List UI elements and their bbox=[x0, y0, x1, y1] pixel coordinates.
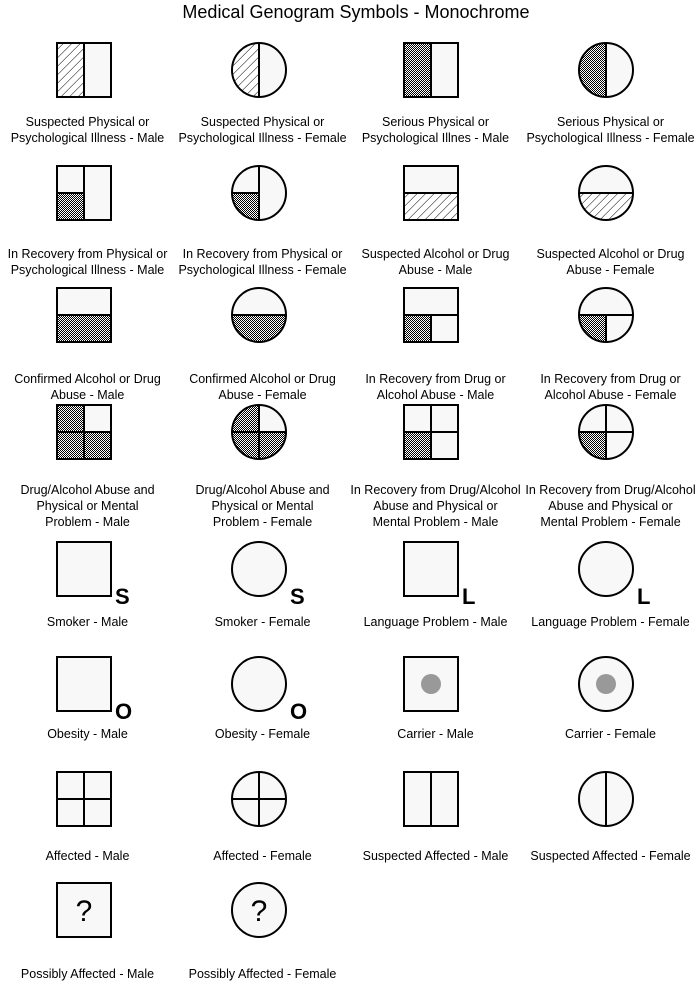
symbol-label: Drug/Alcohol Abuse and Physical or Menta… bbox=[195, 483, 330, 529]
carrier-dot-icon bbox=[596, 674, 616, 694]
symbol-body bbox=[404, 542, 458, 596]
female-circle-icon bbox=[231, 771, 287, 827]
female-circle-icon bbox=[578, 404, 634, 460]
female-circle-icon bbox=[578, 771, 634, 827]
female-circle-icon: S bbox=[231, 541, 305, 609]
letter-marker: S bbox=[290, 584, 305, 609]
female-circle-icon: L bbox=[578, 541, 650, 609]
symbol-label: In Recovery from Drug or Alcohol Abuse -… bbox=[540, 372, 681, 402]
letter-marker: S bbox=[115, 584, 130, 609]
male-square-icon bbox=[56, 165, 112, 221]
dotted-fill bbox=[57, 315, 111, 342]
symbol-label: Drug/Alcohol Abuse and Physical or Menta… bbox=[20, 483, 155, 529]
letter-marker: O bbox=[290, 699, 307, 724]
symbol-grid: Suspected Physical or Psychological Illn… bbox=[0, 0, 700, 996]
dotted-fill bbox=[404, 432, 431, 459]
symbol-label: In Recovery from Drug or Alcohol Abuse -… bbox=[365, 372, 506, 402]
symbol-label: Suspected Alcohol or Drug Abuse - Female bbox=[536, 247, 685, 277]
male-square-icon bbox=[403, 165, 459, 221]
symbol-label: In Recovery from Drug/Alcohol Abuse and … bbox=[525, 483, 696, 529]
female-circle-icon bbox=[578, 287, 634, 343]
letter-marker: L bbox=[637, 584, 650, 609]
symbol-label: Carrier - Female bbox=[565, 727, 656, 741]
symbol-label: Suspected Affected - Male bbox=[362, 849, 509, 863]
symbol-label: Obesity - Female bbox=[214, 727, 311, 741]
male-square-icon bbox=[403, 771, 459, 827]
female-circle-icon: O bbox=[231, 656, 307, 724]
symbol-label: Carrier - Male bbox=[397, 727, 474, 741]
symbol-label: Possibly Affected - Male bbox=[20, 967, 155, 981]
male-square-icon bbox=[56, 771, 112, 827]
symbol-label: Language Problem - Female bbox=[531, 615, 690, 629]
female-circle-icon bbox=[231, 404, 287, 460]
dotted-fill bbox=[579, 43, 606, 97]
symbol-label: In Recovery from Physical or Psychologic… bbox=[178, 247, 347, 277]
symbol-body bbox=[57, 657, 111, 711]
male-square-icon: ? bbox=[56, 882, 112, 938]
symbol-label: Possibly Affected - Female bbox=[188, 967, 337, 981]
male-square-icon: L bbox=[403, 541, 475, 609]
dotted-fill bbox=[404, 315, 431, 342]
hatch-fill bbox=[232, 43, 259, 97]
question-mark-icon: ? bbox=[251, 895, 268, 928]
symbol-label: Obesity - Male bbox=[47, 727, 128, 741]
female-circle-icon bbox=[231, 287, 287, 343]
symbol-label: Confirmed Alcohol or Drug Abuse - Female bbox=[189, 372, 336, 402]
symbol-label: Confirmed Alcohol or Drug Abuse - Male bbox=[14, 372, 161, 402]
symbol-label: Language Problem - Male bbox=[363, 615, 508, 629]
symbol-body bbox=[57, 542, 111, 596]
symbol-label: Affected - Male bbox=[45, 849, 130, 863]
letter-marker: O bbox=[115, 699, 132, 724]
male-square-icon: O bbox=[56, 656, 132, 724]
symbol-label: Smoker - Female bbox=[214, 615, 311, 629]
hatch-fill bbox=[579, 193, 633, 220]
dotted-fill bbox=[232, 315, 286, 342]
symbol-label: Smoker - Male bbox=[46, 615, 129, 629]
symbol-label: Suspected Physical or Psychological Illn… bbox=[178, 115, 347, 145]
hatch-fill bbox=[404, 193, 458, 220]
male-square-icon bbox=[56, 42, 112, 98]
female-circle-icon bbox=[231, 42, 287, 98]
carrier-dot-icon bbox=[421, 674, 441, 694]
letter-marker: L bbox=[462, 584, 475, 609]
dotted-fill bbox=[404, 43, 431, 97]
dotted-fill bbox=[84, 432, 111, 459]
male-square-icon: S bbox=[56, 541, 130, 609]
symbol-label: In Recovery from Physical or Psychologic… bbox=[7, 247, 168, 277]
male-square-icon bbox=[403, 656, 459, 712]
female-circle-icon bbox=[231, 165, 287, 221]
symbol-label: Suspected Physical or Psychological Illn… bbox=[10, 115, 165, 145]
dotted-fill bbox=[57, 193, 84, 220]
female-circle-icon bbox=[578, 42, 634, 98]
female-circle-icon bbox=[578, 656, 634, 712]
question-mark-icon: ? bbox=[76, 895, 93, 928]
female-circle-icon: ? bbox=[231, 882, 287, 938]
symbol-label: Serious Physical or Psychological Illnes… bbox=[361, 115, 510, 145]
symbol-label: Serious Physical or Psychological Illnes… bbox=[526, 115, 695, 145]
symbol-label: Suspected Alcohol or Drug Abuse - Male bbox=[361, 247, 510, 277]
male-square-icon bbox=[403, 404, 459, 460]
male-square-icon bbox=[56, 404, 112, 460]
male-square-icon bbox=[403, 42, 459, 98]
male-square-icon bbox=[403, 287, 459, 343]
female-circle-icon bbox=[578, 165, 634, 221]
male-square-icon bbox=[56, 287, 112, 343]
symbol-label: Affected - Female bbox=[213, 849, 312, 863]
hatch-fill bbox=[57, 43, 84, 97]
symbol-label: In Recovery from Drug/Alcohol Abuse and … bbox=[350, 483, 521, 529]
symbol-label: Suspected Affected - Female bbox=[530, 849, 691, 863]
